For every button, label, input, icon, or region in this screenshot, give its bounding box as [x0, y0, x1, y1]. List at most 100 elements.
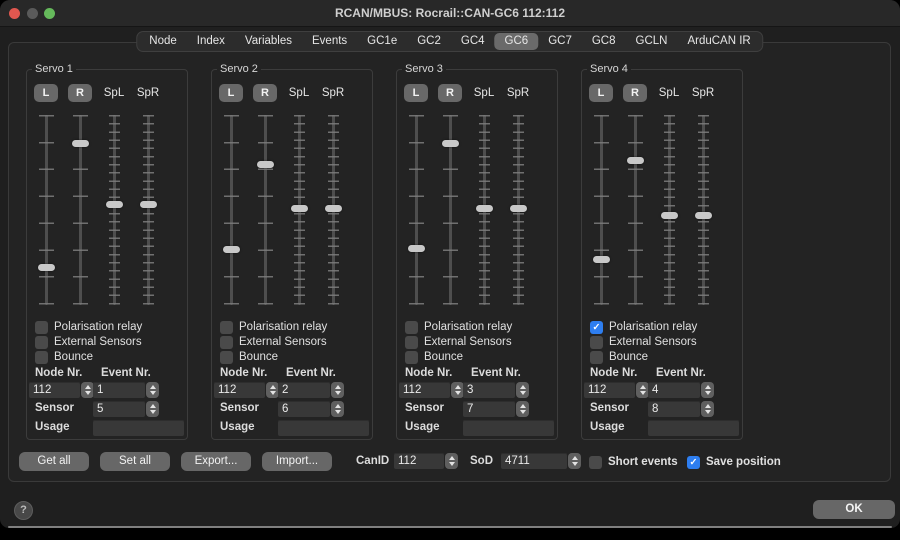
slider-r[interactable] — [72, 115, 89, 305]
slider-l[interactable] — [223, 115, 240, 305]
slider-spl[interactable] — [476, 115, 493, 305]
event-nr-stepper[interactable] — [331, 382, 344, 398]
tab-arducan-ir[interactable]: ArduCAN IR — [677, 33, 760, 50]
sensor-field[interactable]: 6 — [278, 401, 330, 417]
tab-variables[interactable]: Variables — [235, 33, 302, 50]
slider-handle[interactable] — [408, 245, 425, 252]
event-nr-field[interactable]: 2 — [278, 382, 330, 398]
tab-events[interactable]: Events — [302, 33, 357, 50]
slider-spl[interactable] — [661, 115, 678, 305]
minimize-button[interactable] — [27, 8, 38, 19]
l-button[interactable]: L — [404, 84, 428, 102]
node-nr-field[interactable]: 112 — [214, 382, 265, 398]
tab-index[interactable]: Index — [187, 33, 235, 50]
sensor-field[interactable]: 7 — [463, 401, 515, 417]
sensor-field[interactable]: 8 — [648, 401, 700, 417]
slider-handle[interactable] — [325, 205, 342, 212]
tab-gc2[interactable]: GC2 — [407, 33, 451, 50]
node-nr-field[interactable]: 112 — [29, 382, 80, 398]
tab-gc1e[interactable]: GC1e — [357, 33, 407, 50]
event-nr-stepper[interactable] — [516, 382, 529, 398]
node-nr-field[interactable]: 112 — [399, 382, 450, 398]
close-button[interactable] — [9, 8, 20, 19]
slider-spl[interactable] — [106, 115, 123, 305]
r-button[interactable]: R — [623, 84, 647, 102]
l-button[interactable]: L — [589, 84, 613, 102]
event-nr-stepper[interactable] — [701, 382, 714, 398]
slider-spr[interactable] — [325, 115, 342, 305]
slider-spr[interactable] — [510, 115, 527, 305]
canid-stepper[interactable] — [445, 453, 458, 469]
set-all-button[interactable]: Set all — [100, 452, 170, 471]
tab-node[interactable]: Node — [139, 33, 187, 50]
slider-spl[interactable] — [291, 115, 308, 305]
slider-l[interactable] — [408, 115, 425, 305]
slider-handle[interactable] — [257, 161, 274, 168]
l-button[interactable]: L — [34, 84, 58, 102]
polarisation-relay-checkbox[interactable] — [35, 321, 48, 334]
event-nr-field[interactable]: 4 — [648, 382, 700, 398]
sensor-stepper[interactable] — [146, 401, 159, 417]
get-all-button[interactable]: Get all — [19, 452, 89, 471]
r-button[interactable]: R — [68, 84, 92, 102]
slider-r[interactable] — [257, 115, 274, 305]
bounce-checkbox[interactable] — [590, 351, 603, 364]
save-position-checkbox[interactable] — [687, 456, 700, 469]
tab-gc4[interactable]: GC4 — [451, 33, 495, 50]
polarisation-relay-checkbox[interactable] — [220, 321, 233, 334]
slider-handle[interactable] — [38, 264, 55, 271]
bounce-checkbox[interactable] — [220, 351, 233, 364]
sensor-stepper[interactable] — [516, 401, 529, 417]
import-button[interactable]: Import... — [262, 452, 332, 471]
usage-field[interactable] — [93, 420, 184, 436]
usage-field[interactable] — [463, 420, 554, 436]
event-nr-field[interactable]: 3 — [463, 382, 515, 398]
usage-field[interactable] — [648, 420, 739, 436]
slider-handle[interactable] — [291, 205, 308, 212]
r-button[interactable]: R — [438, 84, 462, 102]
tab-gcln[interactable]: GCLN — [626, 33, 678, 50]
sensor-stepper[interactable] — [701, 401, 714, 417]
external-sensors-checkbox[interactable] — [220, 336, 233, 349]
slider-r[interactable] — [442, 115, 459, 305]
slider-spr[interactable] — [140, 115, 157, 305]
slider-handle[interactable] — [510, 205, 527, 212]
bounce-checkbox[interactable] — [35, 351, 48, 364]
slider-handle[interactable] — [661, 212, 678, 219]
external-sensors-checkbox[interactable] — [35, 336, 48, 349]
tab-gc8[interactable]: GC8 — [582, 33, 626, 50]
event-nr-stepper[interactable] — [146, 382, 159, 398]
slider-handle[interactable] — [106, 201, 123, 208]
help-button[interactable]: ? — [14, 501, 33, 520]
slider-l[interactable] — [38, 115, 55, 305]
external-sensors-checkbox[interactable] — [590, 336, 603, 349]
sod-field[interactable]: 4711 — [501, 453, 567, 469]
sod-stepper[interactable] — [568, 453, 581, 469]
event-nr-field[interactable]: 1 — [93, 382, 145, 398]
slider-handle[interactable] — [442, 140, 459, 147]
l-button[interactable]: L — [219, 84, 243, 102]
sensor-field[interactable]: 5 — [93, 401, 145, 417]
sensor-stepper[interactable] — [331, 401, 344, 417]
ok-button[interactable]: OK — [813, 500, 895, 519]
short-events-checkbox[interactable] — [589, 456, 602, 469]
slider-l[interactable] — [593, 115, 610, 305]
slider-handle[interactable] — [72, 140, 89, 147]
polarisation-relay-checkbox[interactable] — [405, 321, 418, 334]
zoom-button[interactable] — [44, 8, 55, 19]
slider-handle[interactable] — [476, 205, 493, 212]
r-button[interactable]: R — [253, 84, 277, 102]
node-nr-field[interactable]: 112 — [584, 382, 635, 398]
slider-handle[interactable] — [695, 212, 712, 219]
canid-field[interactable]: 112 — [394, 453, 444, 469]
tab-gc7[interactable]: GC7 — [538, 33, 582, 50]
tab-gc6[interactable]: GC6 — [495, 33, 539, 50]
slider-handle[interactable] — [140, 201, 157, 208]
slider-handle[interactable] — [627, 157, 644, 164]
external-sensors-checkbox[interactable] — [405, 336, 418, 349]
export-button[interactable]: Export... — [181, 452, 251, 471]
slider-r[interactable] — [627, 115, 644, 305]
usage-field[interactable] — [278, 420, 369, 436]
slider-spr[interactable] — [695, 115, 712, 305]
slider-handle[interactable] — [223, 246, 240, 253]
